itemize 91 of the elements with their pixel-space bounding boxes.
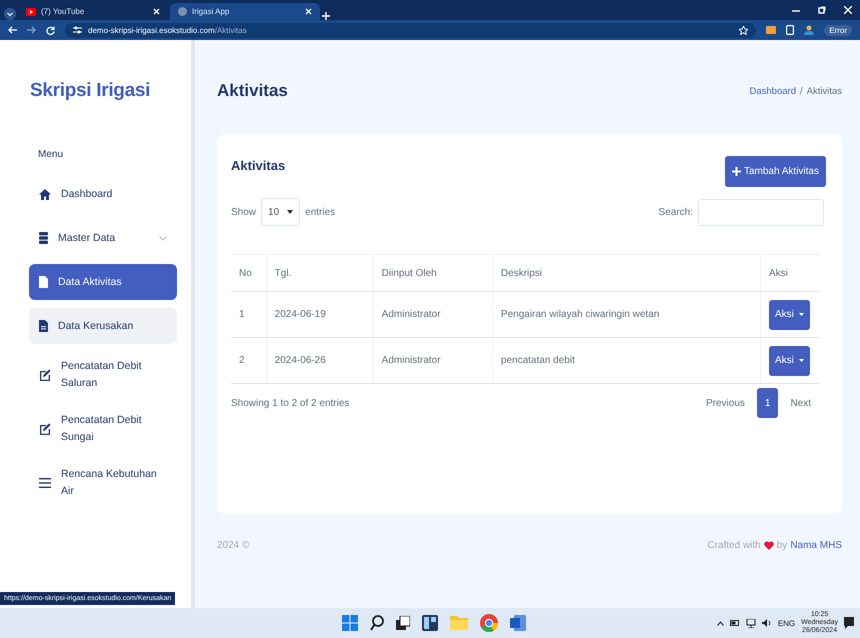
entries-label: entries — [305, 206, 336, 218]
sidebar-item[interactable]: Pencatatan Debit Saluran — [29, 352, 177, 398]
sidebar-item[interactable]: Data Kerusakan — [29, 308, 177, 344]
new-tab-icon[interactable] — [322, 12, 330, 20]
column-header: Tgl. — [266, 254, 374, 292]
caret-icon — [798, 313, 804, 316]
document-app-icon[interactable] — [510, 615, 526, 631]
table-cell: pencatatan debit — [492, 338, 760, 384]
search-field[interactable] — [698, 198, 824, 226]
table-cell: Administrator — [373, 292, 492, 338]
crafted-text: Crafted with — [707, 540, 761, 551]
home-icon — [39, 188, 51, 200]
breadcrumb-current: Aktivitas — [806, 86, 842, 96]
extension-icon[interactable] — [766, 26, 776, 34]
reload-icon[interactable] — [46, 26, 55, 34]
show-label: Show — [231, 206, 256, 218]
restore-icon[interactable] — [818, 6, 826, 14]
file-icon — [39, 320, 48, 332]
add-button[interactable]: Tambah Aktivitas — [724, 156, 826, 187]
page-title: Aktivitas — [217, 81, 288, 101]
previous-button[interactable]: Previous — [698, 388, 753, 418]
language-indicator[interactable]: ENG — [778, 618, 796, 628]
table-cell: 2024-06-26 — [266, 338, 374, 384]
column-header: Diinput Oleh — [373, 254, 492, 292]
windows-start-icon[interactable] — [342, 615, 358, 631]
site-settings-icon — [73, 26, 82, 34]
forward-icon[interactable] — [27, 26, 36, 34]
close-icon[interactable] — [844, 6, 852, 14]
sidebar-item[interactable]: Rencana Kebutuhan Air — [29, 460, 177, 506]
sidepanel-icon[interactable] — [786, 25, 794, 35]
close-icon[interactable] — [153, 8, 160, 15]
close-icon[interactable] — [305, 8, 312, 15]
sidebar-item[interactable]: Dashboard — [29, 176, 177, 212]
file-icon — [39, 276, 48, 288]
menu-heading: Menu — [37, 148, 64, 160]
globe-icon — [178, 7, 187, 16]
tab-title: Irigasi App — [192, 7, 230, 16]
browser-tab[interactable]: Irigasi App — [170, 3, 320, 20]
column-header: Deskripsi — [492, 254, 760, 292]
back-icon[interactable] — [8, 26, 17, 34]
table-cell: 2 — [231, 338, 266, 384]
menu-lines-icon — [39, 478, 51, 488]
table-cell: 1 — [231, 292, 266, 338]
sidebar-item[interactable]: Data Aktivitas — [29, 264, 177, 300]
url-text: demo-skripsi-irigasi.esokstudio.com/Aktivitas — [88, 26, 247, 34]
widgets-icon[interactable] — [422, 615, 438, 631]
database-icon — [39, 232, 48, 244]
battery-icon — [730, 620, 740, 626]
browser-tab[interactable]: (7) YouTube — [18, 3, 168, 20]
breadcrumb-link[interactable]: Dashboard — [750, 86, 796, 96]
card-title: Aktivitas — [231, 157, 286, 173]
table-info: Showing 1 to 2 of 2 entries — [231, 398, 350, 408]
next-button[interactable]: Next — [782, 388, 819, 418]
caret-icon — [798, 359, 804, 362]
action-dropdown-button[interactable]: Aksi — [768, 346, 810, 376]
browser-icon[interactable] — [480, 614, 498, 632]
brand-title: Skripsi Irigasi — [29, 79, 152, 102]
page-button[interactable]: 1 — [756, 388, 778, 418]
breadcrumb-separator: / — [800, 86, 803, 96]
caret-icon — [287, 210, 294, 214]
notification-icon[interactable] — [844, 617, 854, 629]
copyright-text: 2024 © — [217, 540, 250, 551]
profile-button[interactable]: Error — [824, 24, 852, 36]
address-bar[interactable]: demo-skripsi-irigasi.esokstudio.com/Aktivitas — [65, 22, 756, 38]
sidebar-item[interactable]: Pencatatan Debit Sungai — [29, 406, 177, 452]
column-header: Aksi — [760, 254, 819, 292]
search-icon[interactable] — [370, 615, 384, 631]
table-cell: 2024-06-19 — [266, 292, 374, 338]
chevron-up-icon[interactable] — [716, 620, 724, 626]
search-label: Search: — [658, 206, 693, 218]
speaker-icon — [762, 619, 772, 627]
video-icon — [26, 8, 36, 16]
star-icon[interactable] — [739, 26, 748, 34]
network-icon — [746, 618, 756, 628]
by-text: by — [776, 540, 788, 551]
sidebar-item[interactable]: Master Data — [29, 220, 177, 256]
plus-icon — [732, 167, 741, 176]
page-length-select[interactable]: 10 — [261, 198, 300, 226]
table-cell: Pengairan wilayah ciwaringin wetan — [492, 292, 760, 338]
tab-title: (7) YouTube — [41, 7, 86, 16]
edit-icon — [39, 423, 51, 435]
column-header: No — [231, 254, 266, 292]
task-view-icon[interactable] — [396, 616, 410, 630]
author-link[interactable]: Nama MHS — [790, 540, 842, 551]
edit-icon — [39, 369, 51, 381]
heart-icon — [764, 541, 774, 550]
action-dropdown-button[interactable]: Aksi — [768, 300, 810, 330]
avatar-icon[interactable] — [804, 25, 814, 35]
tab-list-icon[interactable] — [4, 8, 16, 20]
table-cell: Administrator — [373, 338, 492, 384]
chevron-down-icon — [159, 236, 167, 240]
